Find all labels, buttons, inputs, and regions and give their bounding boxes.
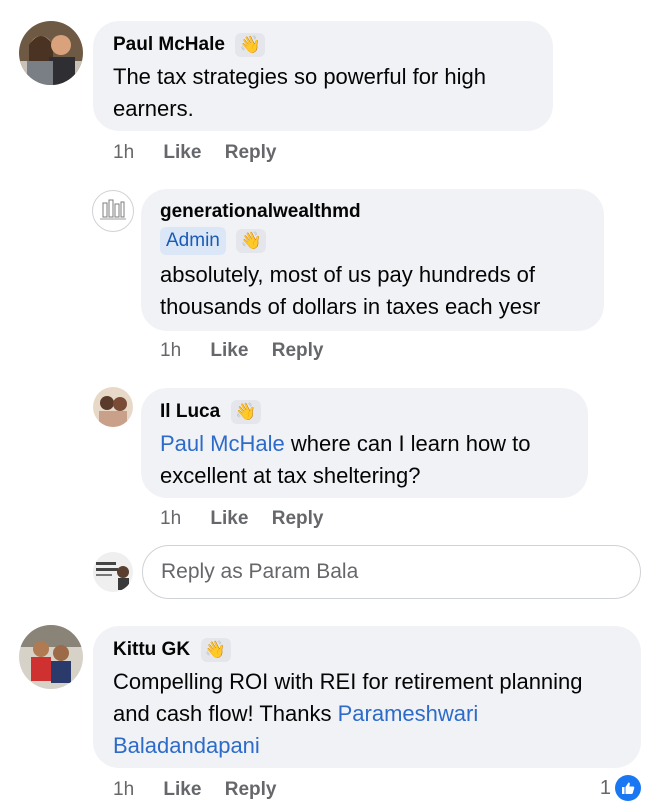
- mention-link[interactable]: Paul McHale: [160, 431, 285, 456]
- waving-hand-icon: 👋: [235, 33, 266, 57]
- reply-button[interactable]: Reply: [225, 141, 277, 165]
- comment-actions: 1h Like Reply: [160, 339, 323, 363]
- comment-bubble: Il Luca 👋 Paul McHale where can I learn …: [141, 388, 588, 498]
- comment-bubble: generationalwealthmd Admin 👋 absolutely,…: [141, 189, 604, 331]
- comment-actions: 1h Like Reply: [113, 778, 276, 802]
- admin-badge: Admin: [160, 227, 226, 255]
- comment-bubble: Paul McHale 👋 The tax strategies so powe…: [93, 21, 553, 131]
- avatar[interactable]: [92, 190, 134, 232]
- reply-input[interactable]: Reply as Param Bala: [142, 545, 641, 599]
- reaction-count: 1: [599, 776, 611, 799]
- comment-actions: 1h Like Reply: [113, 141, 276, 165]
- waving-hand-icon: 👋: [236, 229, 267, 253]
- like-button[interactable]: Like: [163, 141, 201, 165]
- comment-text: The tax strategies so powerful for high …: [113, 64, 486, 121]
- waving-hand-icon: 👋: [230, 400, 261, 424]
- avatar[interactable]: [19, 625, 83, 689]
- comment-author[interactable]: Paul McHale: [113, 34, 225, 56]
- like-button[interactable]: Like: [210, 507, 248, 531]
- like-button[interactable]: Like: [210, 339, 248, 363]
- waving-hand-icon: 👋: [200, 638, 231, 662]
- comment-time[interactable]: 1h: [113, 141, 134, 165]
- avatar: [93, 552, 133, 592]
- reply-button[interactable]: Reply: [225, 778, 277, 802]
- comment-author[interactable]: generationalwealthmd: [160, 201, 361, 223]
- comment-time[interactable]: 1h: [113, 778, 134, 802]
- comment-text: Paul McHale where can I learn how to exc…: [160, 428, 568, 492]
- comment-bubble: Kittu GK 👋 Compelling ROI with REI for r…: [93, 626, 641, 768]
- reply-button[interactable]: Reply: [272, 507, 324, 531]
- avatar[interactable]: [93, 387, 133, 427]
- comment-actions: 1h Like Reply: [160, 507, 323, 531]
- comment-time[interactable]: 1h: [160, 507, 181, 531]
- comment-text: absolutely, most of us pay hundreds of t…: [160, 262, 541, 319]
- like-button[interactable]: Like: [163, 778, 201, 802]
- comment-author[interactable]: Il Luca: [160, 401, 220, 423]
- thumbs-up-icon: [615, 775, 641, 801]
- comment-time[interactable]: 1h: [160, 339, 181, 363]
- reply-button[interactable]: Reply: [272, 339, 324, 363]
- reaction-summary[interactable]: 1: [600, 775, 641, 801]
- comment-author[interactable]: Kittu GK: [113, 639, 190, 661]
- avatar[interactable]: [19, 21, 83, 85]
- comment-text: Compelling ROI with REI for retirement p…: [113, 666, 621, 762]
